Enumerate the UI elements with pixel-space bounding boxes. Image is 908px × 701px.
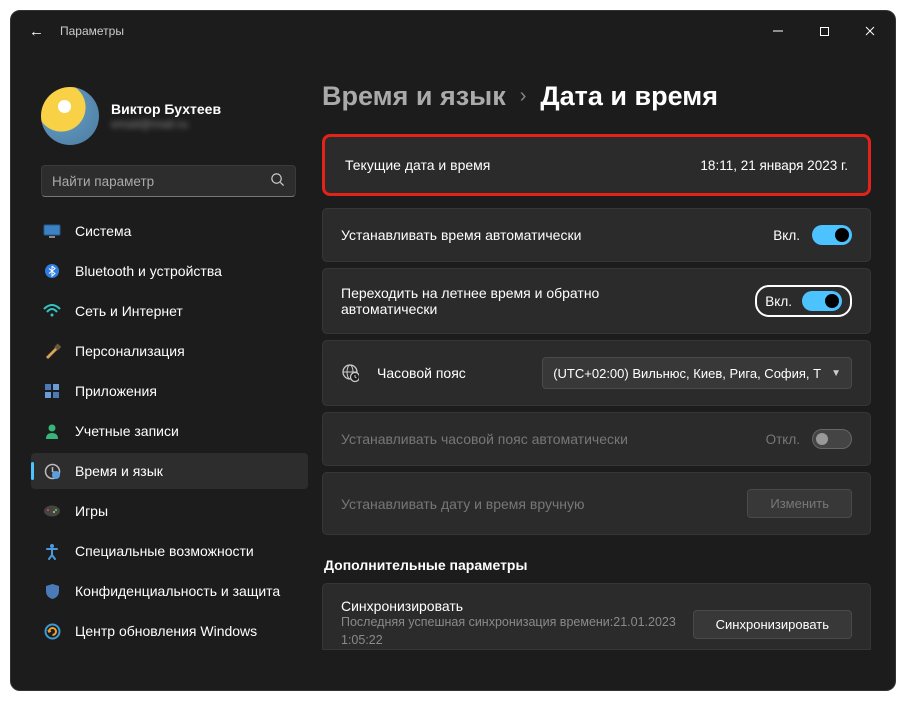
update-icon bbox=[43, 622, 61, 640]
timezone-select[interactable]: (UTC+02:00) Вильнюс, Киев, Рига, София, … bbox=[542, 357, 852, 389]
sidebar-item-label: Приложения bbox=[75, 383, 157, 399]
manual-datetime-label: Устанавливать дату и время вручную bbox=[341, 496, 585, 512]
dst-toggle-focus: Вкл. bbox=[755, 285, 852, 317]
sidebar-item-label: Центр обновления Windows bbox=[75, 623, 257, 639]
chevron-down-icon: ▼ bbox=[831, 368, 841, 379]
sync-sub: Последняя успешная синхронизация времени… bbox=[341, 614, 693, 649]
games-icon bbox=[43, 502, 61, 520]
change-datetime-button: Изменить bbox=[747, 489, 852, 518]
timezone-card: Часовой пояс (UTC+02:00) Вильнюс, Киев, … bbox=[322, 340, 871, 406]
time-language-icon bbox=[43, 462, 61, 480]
auto-tz-state: Откл. bbox=[766, 432, 800, 447]
maximize-button[interactable] bbox=[801, 11, 847, 51]
settings-window: ← Параметры Виктор Бухтеев email@mail.ru bbox=[10, 10, 896, 691]
auto-time-card: Устанавливать время автоматически Вкл. bbox=[322, 208, 871, 262]
privacy-icon bbox=[43, 582, 61, 600]
sidebar-item-gaming[interactable]: Игры bbox=[31, 493, 308, 529]
sidebar-item-label: Специальные возможности bbox=[75, 543, 254, 559]
profile-name: Виктор Бухтеев bbox=[111, 101, 221, 117]
dst-label: Переходить на летнее время и обратно авт… bbox=[341, 285, 651, 317]
auto-tz-toggle bbox=[812, 429, 852, 449]
account-icon bbox=[43, 422, 61, 440]
timezone-label: Часовой пояс bbox=[377, 365, 466, 381]
apps-icon bbox=[43, 382, 61, 400]
globe-clock-icon bbox=[341, 364, 359, 382]
search-box[interactable] bbox=[41, 165, 296, 197]
system-icon bbox=[43, 222, 61, 240]
dst-toggle[interactable] bbox=[802, 291, 842, 311]
manual-datetime-card: Устанавливать дату и время вручную Измен… bbox=[322, 472, 871, 535]
auto-time-label: Устанавливать время автоматически bbox=[341, 227, 581, 243]
sidebar-item-label: Bluetooth и устройства bbox=[75, 263, 222, 279]
accessibility-icon bbox=[43, 542, 61, 560]
current-datetime-value: 18:11, 21 января 2023 г. bbox=[700, 158, 848, 173]
page-title: Дата и время bbox=[540, 81, 718, 112]
wifi-icon bbox=[43, 302, 61, 320]
current-datetime-label: Текущие дата и время bbox=[345, 157, 490, 173]
minimize-button[interactable] bbox=[755, 11, 801, 51]
sidebar-item-accessibility[interactable]: Специальные возможности bbox=[31, 533, 308, 569]
chevron-right-icon: › bbox=[520, 85, 527, 108]
current-datetime-card: Текущие дата и время 18:11, 21 января 20… bbox=[322, 134, 871, 196]
sidebar-item-label: Сеть и Интернет bbox=[75, 303, 183, 319]
sidebar-item-label: Персонализация bbox=[75, 343, 185, 359]
sidebar-item-time-language[interactable]: Время и язык bbox=[31, 453, 308, 489]
breadcrumb-level1[interactable]: Время и язык bbox=[322, 81, 506, 112]
nav: Система Bluetooth и устройства Сеть и Ин… bbox=[11, 209, 316, 653]
sidebar-item-accounts[interactable]: Учетные записи bbox=[31, 413, 308, 449]
sidebar-item-label: Игры bbox=[75, 503, 108, 519]
sidebar: Виктор Бухтеев email@mail.ru Система bbox=[11, 51, 316, 690]
main-content: Время и язык › Дата и время Текущие дата… bbox=[316, 51, 895, 690]
sidebar-item-bluetooth[interactable]: Bluetooth и устройства bbox=[31, 253, 308, 289]
profile[interactable]: Виктор Бухтеев email@mail.ru bbox=[11, 87, 316, 165]
auto-tz-label: Устанавливать часовой пояс автоматически bbox=[341, 431, 628, 447]
sidebar-item-apps[interactable]: Приложения bbox=[31, 373, 308, 409]
dst-state: Вкл. bbox=[765, 294, 792, 309]
sync-label: Синхронизировать bbox=[341, 598, 693, 614]
brush-icon bbox=[43, 342, 61, 360]
sidebar-item-privacy[interactable]: Конфиденциальность и защита bbox=[31, 573, 308, 609]
auto-time-toggle[interactable] bbox=[812, 225, 852, 245]
sync-card: Синхронизировать Последняя успешная синх… bbox=[322, 583, 871, 650]
sidebar-item-network[interactable]: Сеть и Интернет bbox=[31, 293, 308, 329]
avatar bbox=[41, 87, 99, 145]
search-icon bbox=[270, 172, 285, 190]
sidebar-item-system[interactable]: Система bbox=[31, 213, 308, 249]
auto-tz-card: Устанавливать часовой пояс автоматически… bbox=[322, 412, 871, 466]
additional-section-title: Дополнительные параметры bbox=[324, 557, 871, 573]
sidebar-item-label: Время и язык bbox=[75, 463, 163, 479]
breadcrumb: Время и язык › Дата и время bbox=[322, 81, 871, 112]
sync-now-button[interactable]: Синхронизировать bbox=[693, 610, 852, 639]
timezone-value: (UTC+02:00) Вильнюс, Киев, Рига, София, … bbox=[553, 366, 821, 381]
titlebar: ← Параметры bbox=[11, 11, 895, 51]
bluetooth-icon bbox=[43, 262, 61, 280]
sidebar-item-personalization[interactable]: Персонализация bbox=[31, 333, 308, 369]
window-controls bbox=[755, 11, 893, 51]
search-input[interactable] bbox=[52, 174, 270, 189]
window-title: Параметры bbox=[60, 24, 124, 38]
sidebar-item-update[interactable]: Центр обновления Windows bbox=[31, 613, 308, 649]
close-button[interactable] bbox=[847, 11, 893, 51]
sidebar-item-label: Система bbox=[75, 223, 131, 239]
back-button[interactable]: ← bbox=[29, 23, 44, 40]
profile-email: email@mail.ru bbox=[111, 117, 221, 131]
auto-time-state: Вкл. bbox=[773, 228, 800, 243]
sidebar-item-label: Учетные записи bbox=[75, 423, 179, 439]
dst-card: Переходить на летнее время и обратно авт… bbox=[322, 268, 871, 334]
sidebar-item-label: Конфиденциальность и защита bbox=[75, 583, 280, 599]
